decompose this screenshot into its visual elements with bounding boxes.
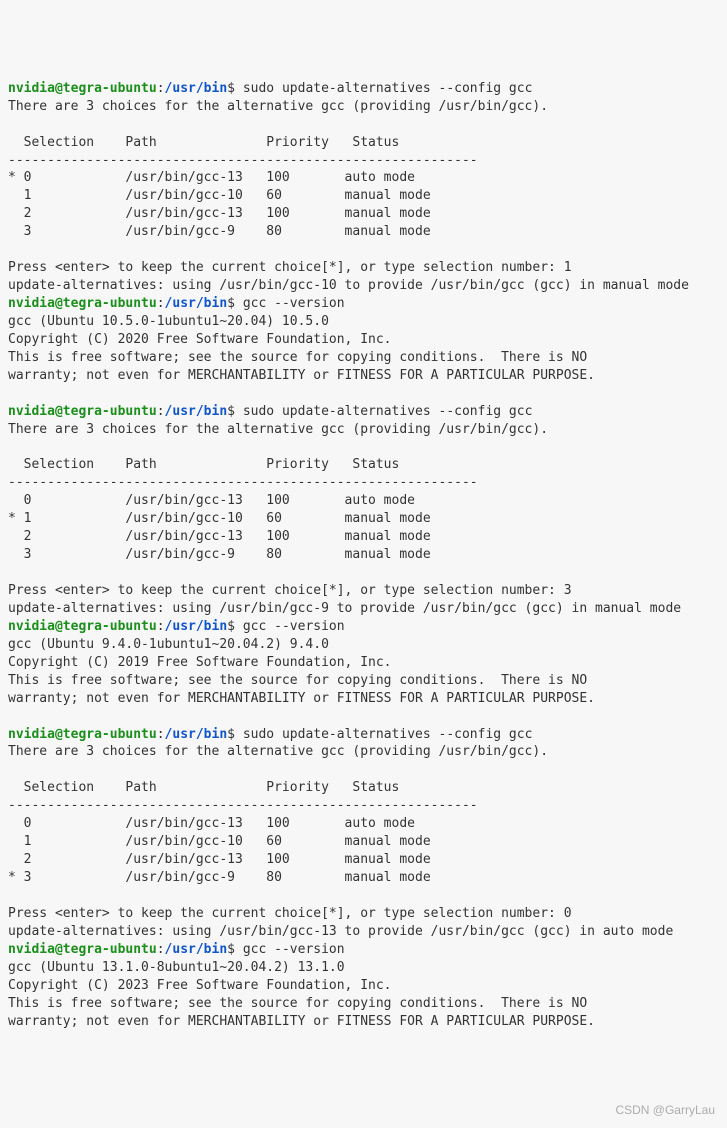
prompt-colon: :	[157, 727, 165, 742]
prompt-path: /usr/bin	[165, 727, 228, 742]
prompt-user: nvidia@tegra-ubuntu	[8, 942, 157, 957]
prompt-input-line[interactable]: Press <enter> to keep the current choice…	[8, 906, 572, 921]
output-line: This is free software; see the source fo…	[8, 996, 587, 1011]
table-row: * 3 /usr/bin/gcc-9 80 manual mode	[8, 870, 431, 885]
command-line[interactable]: gcc --version	[243, 942, 345, 957]
table-header: Selection Path Priority Status	[8, 135, 399, 150]
output-line: There are 3 choices for the alternative …	[8, 744, 548, 759]
output-line: This is free software; see the source fo…	[8, 350, 587, 365]
prompt-path: /usr/bin	[165, 619, 228, 634]
table-divider: ----------------------------------------…	[8, 798, 478, 813]
table-row: 2 /usr/bin/gcc-13 100 manual mode	[8, 852, 431, 867]
command-line[interactable]: sudo update-alternatives --config gcc	[243, 81, 533, 96]
prompt-dollar: $	[227, 404, 243, 419]
output-line: gcc (Ubuntu 9.4.0-1ubuntu1~20.04.2) 9.4.…	[8, 637, 329, 652]
table-row: 1 /usr/bin/gcc-10 60 manual mode	[8, 834, 431, 849]
output-line: update-alternatives: using /usr/bin/gcc-…	[8, 601, 681, 616]
prompt-user: nvidia@tegra-ubuntu	[8, 727, 157, 742]
table-header: Selection Path Priority Status	[8, 780, 399, 795]
output-line: gcc (Ubuntu 13.1.0-8ubuntu1~20.04.2) 13.…	[8, 960, 345, 975]
prompt-user: nvidia@tegra-ubuntu	[8, 81, 157, 96]
output-line: Copyright (C) 2023 Free Software Foundat…	[8, 978, 392, 993]
prompt-dollar: $	[227, 619, 243, 634]
output-line: gcc (Ubuntu 10.5.0-1ubuntu1~20.04) 10.5.…	[8, 314, 329, 329]
prompt-path: /usr/bin	[165, 404, 228, 419]
output-line: This is free software; see the source fo…	[8, 673, 587, 688]
table-row: 2 /usr/bin/gcc-13 100 manual mode	[8, 529, 431, 544]
prompt-path: /usr/bin	[165, 296, 228, 311]
table-header: Selection Path Priority Status	[8, 457, 399, 472]
prompt-colon: :	[157, 404, 165, 419]
table-divider: ----------------------------------------…	[8, 475, 478, 490]
table-row: 0 /usr/bin/gcc-13 100 auto mode	[8, 493, 415, 508]
prompt-dollar: $	[227, 727, 243, 742]
table-divider: ----------------------------------------…	[8, 153, 478, 168]
prompt-dollar: $	[227, 81, 243, 96]
output-line: update-alternatives: using /usr/bin/gcc-…	[8, 924, 673, 939]
prompt-user: nvidia@tegra-ubuntu	[8, 619, 157, 634]
prompt-path: /usr/bin	[165, 942, 228, 957]
table-row: 0 /usr/bin/gcc-13 100 auto mode	[8, 816, 415, 831]
prompt-input-line[interactable]: Press <enter> to keep the current choice…	[8, 583, 572, 598]
table-row: 2 /usr/bin/gcc-13 100 manual mode	[8, 206, 431, 221]
output-line: warranty; not even for MERCHANTABILITY o…	[8, 1014, 595, 1029]
prompt-user: nvidia@tegra-ubuntu	[8, 296, 157, 311]
table-row: 3 /usr/bin/gcc-9 80 manual mode	[8, 224, 431, 239]
output-line: update-alternatives: using /usr/bin/gcc-…	[8, 278, 689, 293]
output-line: There are 3 choices for the alternative …	[8, 422, 548, 437]
prompt-dollar: $	[227, 942, 243, 957]
prompt-colon: :	[157, 81, 165, 96]
prompt-colon: :	[157, 296, 165, 311]
command-line[interactable]: sudo update-alternatives --config gcc	[243, 404, 533, 419]
output-line: Copyright (C) 2020 Free Software Foundat…	[8, 332, 392, 347]
command-line[interactable]: sudo update-alternatives --config gcc	[243, 727, 533, 742]
output-line: Copyright (C) 2019 Free Software Foundat…	[8, 655, 392, 670]
output-line: warranty; not even for MERCHANTABILITY o…	[8, 368, 595, 383]
prompt-path: /usr/bin	[165, 81, 228, 96]
command-line[interactable]: gcc --version	[243, 619, 345, 634]
prompt-input-line[interactable]: Press <enter> to keep the current choice…	[8, 260, 572, 275]
table-row: * 1 /usr/bin/gcc-10 60 manual mode	[8, 511, 431, 526]
prompt-dollar: $	[227, 296, 243, 311]
prompt-user: nvidia@tegra-ubuntu	[8, 404, 157, 419]
command-line[interactable]: gcc --version	[243, 296, 345, 311]
table-row: * 0 /usr/bin/gcc-13 100 auto mode	[8, 170, 415, 185]
watermark: CSDN @GarryLau	[615, 1102, 715, 1119]
table-row: 1 /usr/bin/gcc-10 60 manual mode	[8, 188, 431, 203]
prompt-colon: :	[157, 619, 165, 634]
output-line: There are 3 choices for the alternative …	[8, 99, 548, 114]
output-line: warranty; not even for MERCHANTABILITY o…	[8, 691, 595, 706]
table-row: 3 /usr/bin/gcc-9 80 manual mode	[8, 547, 431, 562]
prompt-colon: :	[157, 942, 165, 957]
